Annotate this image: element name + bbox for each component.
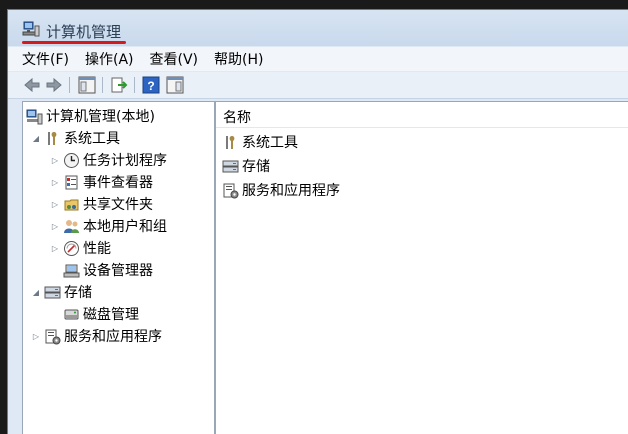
tree-item-label: 事件查看器: [83, 175, 153, 191]
computer-management-icon: [22, 20, 40, 38]
tree-item-device-manager[interactable]: 设备管理器: [63, 260, 153, 280]
menu-action[interactable]: 操作(A): [85, 49, 134, 69]
collapsed-triangle-icon[interactable]: ▷: [50, 220, 60, 232]
collapsed-triangle-icon[interactable]: ▷: [50, 198, 60, 210]
export-list-icon[interactable]: [109, 75, 129, 95]
list-header: 名称: [216, 102, 628, 128]
performance-icon: [63, 240, 80, 257]
list-item-label: 系统工具: [242, 135, 298, 151]
computer-management-window: 计算机管理 文件(F) 操作(A) 查看(V) 帮助(H) ? 计算机管理(本地…: [7, 9, 628, 434]
tree-item-disk-management[interactable]: 磁盘管理: [63, 304, 139, 324]
tree-item-label: 本地用户和组: [83, 219, 167, 235]
tools-icon: [44, 130, 61, 147]
title-bar[interactable]: 计算机管理: [8, 10, 628, 46]
back-arrow-icon[interactable]: [22, 75, 42, 95]
toolbar: ?: [8, 72, 628, 99]
tree-item-label: 磁盘管理: [83, 307, 139, 323]
services-icon: [222, 182, 239, 199]
menu-bar: 文件(F) 操作(A) 查看(V) 帮助(H): [8, 47, 628, 71]
menu-file[interactable]: 文件(F): [22, 49, 69, 69]
collapsed-triangle-icon[interactable]: ▷: [31, 330, 41, 342]
svg-text:?: ?: [147, 79, 154, 93]
tree-item-label: 性能: [83, 241, 111, 257]
collapsed-triangle-icon[interactable]: ▷: [50, 242, 60, 254]
console-tree-pane: 计算机管理(本地) ◢ 系统工具 ▷ 任务计划程序 ▷ 事件查看器 ▷ 共享文件…: [22, 101, 215, 434]
help-icon[interactable]: ?: [141, 75, 161, 95]
menu-view[interactable]: 查看(V): [150, 49, 199, 69]
collapsed-triangle-icon[interactable]: ▷: [50, 176, 60, 188]
tree-item-label: 存储: [64, 285, 92, 301]
services-icon: [44, 328, 61, 345]
tree-item-label: 服务和应用程序: [64, 329, 162, 345]
users-icon: [63, 218, 80, 235]
menu-help[interactable]: 帮助(H): [214, 49, 263, 69]
tree-item-system-tools[interactable]: ◢ 系统工具: [31, 128, 120, 148]
device-manager-icon: [63, 262, 80, 279]
list-item-label: 服务和应用程序: [242, 183, 340, 199]
red-underline-annotation: [22, 41, 126, 44]
tree-item-performance[interactable]: ▷ 性能: [50, 238, 111, 258]
computer-management-icon: [26, 108, 43, 125]
forward-arrow-icon[interactable]: [44, 75, 64, 95]
window-title: 计算机管理: [46, 23, 122, 41]
expanded-triangle-icon[interactable]: ◢: [31, 132, 41, 144]
tree-item-label: 任务计划程序: [83, 153, 167, 169]
tree-item-root[interactable]: 计算机管理(本地): [26, 106, 155, 126]
expanded-triangle-icon[interactable]: ◢: [31, 286, 41, 298]
column-header-name[interactable]: 名称: [223, 107, 251, 127]
storage-icon: [44, 284, 61, 301]
list-item[interactable]: 服务和应用程序: [222, 180, 340, 200]
list-item[interactable]: 系统工具: [222, 132, 298, 152]
tools-icon: [222, 134, 239, 151]
results-list-pane: 名称 系统工具 存储 服务和应用程序: [215, 101, 628, 434]
disk-management-icon: [63, 306, 80, 323]
list-item[interactable]: 存储: [222, 156, 270, 176]
show-hide-tree-icon[interactable]: [77, 75, 97, 95]
tree-item-label: 系统工具: [64, 131, 120, 147]
tree-item-shared-folders[interactable]: ▷ 共享文件夹: [50, 194, 153, 214]
event-log-icon: [63, 174, 80, 191]
clock-icon: [63, 152, 80, 169]
list-item-label: 存储: [242, 159, 270, 175]
tree-item-services-applications[interactable]: ▷ 服务和应用程序: [31, 326, 162, 346]
toolbar-separator: [69, 77, 70, 93]
tree-item-label: 共享文件夹: [83, 197, 153, 213]
tree-item-label: 设备管理器: [83, 263, 153, 279]
shared-folder-icon: [63, 196, 80, 213]
collapsed-triangle-icon[interactable]: ▷: [50, 154, 60, 166]
show-hide-action-pane-icon[interactable]: [165, 75, 185, 95]
tree-item-local-users-groups[interactable]: ▷ 本地用户和组: [50, 216, 167, 236]
toolbar-separator: [134, 77, 135, 93]
toolbar-separator: [102, 77, 103, 93]
tree-item-storage[interactable]: ◢ 存储: [31, 282, 92, 302]
storage-icon: [222, 158, 239, 175]
tree-item-event-viewer[interactable]: ▷ 事件查看器: [50, 172, 153, 192]
tree-item-label: 计算机管理(本地): [46, 109, 155, 125]
tree-item-task-scheduler[interactable]: ▷ 任务计划程序: [50, 150, 167, 170]
